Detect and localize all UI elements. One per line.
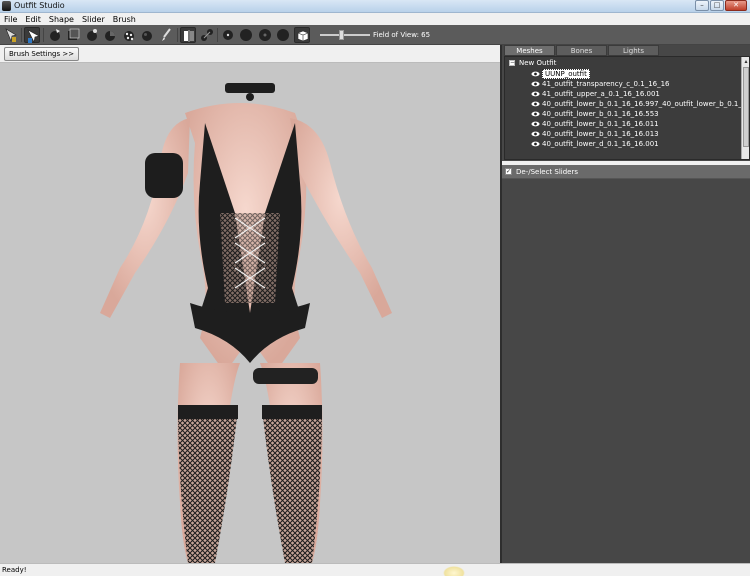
mesh-item[interactable]: 41_outfit_transparency_c_0.1_16_16 bbox=[531, 79, 670, 89]
toolbar: Field of View: 65 bbox=[0, 25, 750, 45]
tree-root-label: New Outfit bbox=[519, 59, 557, 67]
vertical-scrollbar[interactable]: ▴ ▾ bbox=[741, 57, 749, 159]
mesh-item[interactable]: 40_outfit_lower_b_0.1_16_16.997_40_outfi… bbox=[531, 99, 750, 109]
mesh-tree[interactable]: − New Outfit UUNP_outfit 41_outfit_transp… bbox=[504, 56, 750, 160]
field-of-view-slider-thumb[interactable] bbox=[339, 30, 344, 40]
select-tool-icon[interactable] bbox=[3, 27, 19, 43]
eye-icon[interactable] bbox=[531, 141, 540, 147]
close-button[interactable]: ✕ bbox=[725, 0, 747, 11]
mesh-item[interactable]: 40_outfit_lower_b_0.1_16_16.013 bbox=[531, 129, 659, 139]
mesh-item[interactable]: 40_outfit_lower_d_0.1_16_16.001 bbox=[531, 139, 659, 149]
tree-root-node[interactable]: − New Outfit bbox=[509, 59, 556, 67]
tab-meshes[interactable]: Meshes bbox=[504, 45, 555, 56]
menu-slider[interactable]: Slider bbox=[82, 15, 105, 24]
deflate-brush-icon[interactable] bbox=[84, 27, 100, 43]
weight-brush-icon[interactable] bbox=[139, 27, 155, 43]
tab-lights[interactable]: Lights bbox=[608, 45, 659, 56]
eye-icon[interactable] bbox=[531, 131, 540, 137]
app-icon bbox=[2, 1, 11, 11]
title-bar: Outfit Studio – □ ✕ bbox=[0, 0, 750, 13]
outfit-model-render bbox=[100, 83, 392, 563]
mesh-item-label: 40_outfit_lower_b_0.1_16_16.013 bbox=[542, 130, 659, 138]
maximize-button[interactable]: □ bbox=[710, 0, 724, 11]
mesh-item-label: UUNP_outfit bbox=[542, 69, 590, 79]
cursor-highlight bbox=[443, 566, 465, 576]
brush-size-medium-icon[interactable] bbox=[238, 27, 254, 43]
smooth-brush-icon[interactable] bbox=[121, 27, 137, 43]
menu-brush[interactable]: Brush bbox=[113, 15, 136, 24]
slider-list[interactable] bbox=[502, 179, 750, 563]
brush-size-small-icon[interactable] bbox=[220, 27, 236, 43]
mesh-item[interactable]: UUNP_outfit bbox=[531, 69, 590, 79]
right-panel: Meshes Bones Lights − New Outfit UUNP_out… bbox=[502, 45, 750, 563]
mesh-item-label: 40_outfit_lower_b_0.1_16_16.011 bbox=[542, 120, 659, 128]
eye-icon[interactable] bbox=[531, 101, 540, 107]
menu-file[interactable]: File bbox=[4, 15, 17, 24]
move-brush-icon[interactable] bbox=[102, 27, 118, 43]
brush-mask-icon[interactable] bbox=[24, 27, 40, 43]
toolbar-separator bbox=[177, 28, 178, 42]
scroll-up-icon[interactable]: ▴ bbox=[742, 57, 749, 66]
collapse-icon[interactable]: − bbox=[509, 60, 515, 66]
status-text: Ready! bbox=[2, 566, 27, 574]
mesh-item[interactable]: 40_outfit_lower_b_0.1_16_16.553 bbox=[531, 109, 659, 119]
mirror-icon[interactable] bbox=[180, 27, 196, 43]
slider-header: ✓ De-/Select Sliders bbox=[502, 165, 750, 179]
window-title: Outfit Studio bbox=[14, 1, 65, 10]
brush-settings-bar: Brush Settings >> bbox=[0, 45, 500, 63]
eye-icon[interactable] bbox=[531, 91, 540, 97]
select-sliders-label: De-/Select Sliders bbox=[516, 167, 579, 176]
select-sliders-checkbox[interactable]: ✓ bbox=[505, 168, 512, 175]
tab-bones[interactable]: Bones bbox=[556, 45, 607, 56]
eye-icon[interactable] bbox=[531, 71, 540, 77]
mesh-item-label: 41_outfit_upper_a_0.1_16_16.001 bbox=[542, 90, 660, 98]
mesh-item-label: 40_outfit_lower_b_0.1_16_16.553 bbox=[542, 110, 659, 118]
field-of-view-label: Field of View: 65 bbox=[373, 31, 431, 39]
wireframe-cube-icon[interactable] bbox=[294, 27, 310, 43]
menu-shape[interactable]: Shape bbox=[49, 15, 74, 24]
toolbar-separator bbox=[217, 28, 218, 42]
menu-bar: File Edit Shape Slider Brush bbox=[0, 13, 750, 25]
vertical-scroll-thumb[interactable] bbox=[743, 67, 749, 147]
mesh-item[interactable]: 40_outfit_lower_b_0.1_16_16.011 bbox=[531, 119, 659, 129]
status-bar: Ready! bbox=[0, 563, 750, 576]
menu-edit[interactable]: Edit bbox=[25, 15, 41, 24]
field-of-view-slider[interactable] bbox=[320, 34, 370, 36]
inflate-brush-icon[interactable] bbox=[47, 27, 63, 43]
mask-brush-icon[interactable] bbox=[65, 27, 81, 43]
color-brush-icon[interactable] bbox=[158, 27, 174, 43]
brush-size-xlarge-icon[interactable] bbox=[275, 27, 291, 43]
toolbar-separator bbox=[21, 28, 22, 42]
mesh-item-label: 40_outfit_lower_b_0.1_16_16.997_40_outfi… bbox=[542, 100, 750, 108]
eye-icon[interactable] bbox=[531, 111, 540, 117]
mesh-item-label: 41_outfit_transparency_c_0.1_16_16 bbox=[542, 80, 670, 88]
brush-settings-button[interactable]: Brush Settings >> bbox=[4, 47, 80, 61]
eye-icon[interactable] bbox=[531, 81, 540, 87]
3d-viewport[interactable] bbox=[0, 63, 500, 563]
toolbar-separator bbox=[43, 28, 44, 42]
brush-size-large-icon[interactable] bbox=[257, 27, 273, 43]
window-controls: – □ ✕ bbox=[695, 0, 747, 12]
mesh-item[interactable]: 41_outfit_upper_a_0.1_16_16.001 bbox=[531, 89, 660, 99]
mesh-item-label: 40_outfit_lower_d_0.1_16_16.001 bbox=[542, 140, 659, 148]
connected-only-icon[interactable] bbox=[199, 27, 215, 43]
minimize-button[interactable]: – bbox=[695, 0, 709, 11]
eye-icon[interactable] bbox=[531, 121, 540, 127]
